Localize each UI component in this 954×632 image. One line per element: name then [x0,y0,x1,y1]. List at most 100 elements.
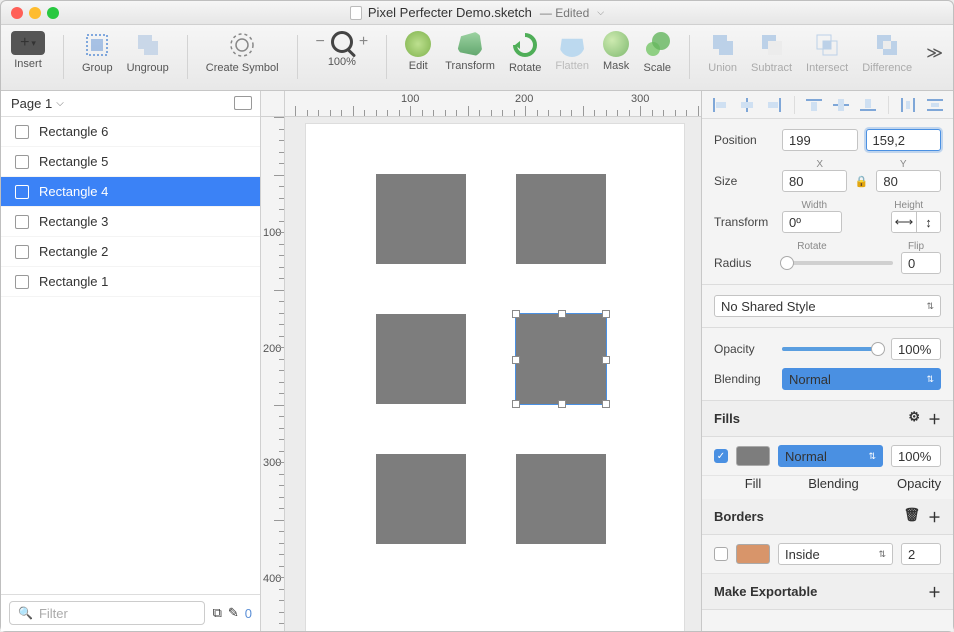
layer-item[interactable]: Rectangle 1 [1,267,260,297]
document-status: — Edited [540,6,589,20]
flip-h-icon[interactable]: ⟷ [892,212,916,232]
document-icon [350,6,362,20]
make-exportable-header[interactable]: Make Exportable ＋ [702,574,953,610]
mask-button[interactable]: Mask [603,31,629,72]
align-right-icon[interactable] [766,98,782,112]
gear-icon[interactable]: ⚙ [908,409,920,428]
filter-input[interactable]: 🔍 Filter [9,601,205,625]
toolbar-overflow-button[interactable]: ≫ [926,31,943,63]
resize-handle-w[interactable] [512,356,520,364]
inspector-panel: Position 199 159,2 XY Size 80 🔒 80 Width… [701,91,953,631]
lock-aspect-icon[interactable]: 🔒 [855,175,869,188]
layer-item[interactable]: Rectangle 4 [1,177,260,207]
fill-enabled-checkbox[interactable]: ✓ [714,449,728,463]
zoom-in-button[interactable]: + [359,33,368,51]
radius-label: Radius [714,256,774,270]
opacity-slider[interactable] [782,347,883,351]
group-button[interactable]: Group [82,31,113,74]
flatten-button[interactable]: Flatten [555,31,589,72]
distribute-v-icon[interactable] [927,98,943,112]
intersect-button[interactable]: Intersect [806,31,848,74]
align-left-icon[interactable] [712,98,728,112]
radius-input[interactable]: 0 [901,252,941,274]
border-swatch[interactable] [736,544,770,564]
resize-handle-s[interactable] [558,400,566,408]
resize-handle-ne[interactable] [602,310,610,318]
blending-select[interactable]: Normal⇅ [782,368,941,390]
scale-button[interactable]: Scale [643,31,671,74]
resize-handle-e[interactable] [602,356,610,364]
layer-item[interactable]: Rectangle 6 [1,117,260,147]
insert-button[interactable]: +▾ Insert [11,31,45,70]
subtract-button[interactable]: Subtract [751,31,792,74]
resize-handle-se[interactable] [602,400,610,408]
height-input[interactable]: 80 [876,170,941,192]
zoom-control[interactable]: − + 100% [316,31,369,68]
flip-toggle[interactable]: ⟷↕ [891,211,941,233]
distribute-h-icon[interactable] [900,98,916,112]
artboard[interactable] [305,123,685,631]
layer-list: Rectangle 6Rectangle 5Rectangle 4Rectang… [1,117,260,594]
edit-button[interactable]: Edit [405,31,431,72]
rectangle-shape[interactable] [376,454,466,544]
align-bottom-icon[interactable] [860,98,876,112]
rectangle-icon [15,185,29,199]
ungroup-button[interactable]: Ungroup [127,31,169,74]
rotate-input[interactable]: 0º [782,211,842,233]
layer-item[interactable]: Rectangle 3 [1,207,260,237]
layer-item[interactable]: Rectangle 5 [1,147,260,177]
resize-handle-n[interactable] [558,310,566,318]
rectangle-shape[interactable] [516,174,606,264]
radius-slider[interactable] [782,261,893,265]
x-input[interactable]: 199 [782,129,858,151]
window-close-button[interactable] [11,7,23,19]
opacity-input[interactable]: 100% [891,338,941,360]
window-maximize-button[interactable] [47,7,59,19]
border-position-select[interactable]: Inside⇅ [778,543,893,565]
align-vcenter-icon[interactable] [833,98,849,112]
union-button[interactable]: Union [708,31,737,74]
zoom-out-button[interactable]: − [316,33,325,51]
copy-icon[interactable]: ⧉ [213,605,222,621]
toolbar-divider [63,35,64,79]
canvas-viewport[interactable] [285,117,701,631]
pages-header[interactable]: Page 1 ⌵ [1,91,260,117]
rotate-icon [511,31,539,59]
layer-item[interactable]: Rectangle 2 [1,237,260,267]
width-input[interactable]: 80 [782,170,847,192]
resize-handle-nw[interactable] [512,310,520,318]
mask-icon [603,31,629,57]
border-enabled-checkbox[interactable] [714,547,728,561]
border-width-input[interactable]: 2 [901,543,941,565]
rotate-button[interactable]: Rotate [509,31,541,74]
create-symbol-button[interactable]: Create Symbol [206,31,279,74]
difference-icon [873,31,901,59]
add-fill-icon[interactable]: ＋ [928,409,941,428]
magnifier-icon [331,31,353,53]
fill-opacity-input[interactable]: 100% [891,445,941,467]
resize-handle-sw[interactable] [512,400,520,408]
align-hcenter-icon[interactable] [739,98,755,112]
fill-swatch[interactable] [736,446,770,466]
rectangle-shape[interactable] [516,454,606,544]
trash-icon[interactable]: 🗑 [903,507,920,526]
layer-name: Rectangle 5 [39,154,108,169]
difference-button[interactable]: Difference [862,31,912,74]
fills-header: Fills ⚙＋ [702,401,953,437]
shared-style-select[interactable]: No Shared Style⇅ [714,295,941,317]
window-minimize-button[interactable] [29,7,41,19]
rectangle-shape[interactable] [376,314,466,404]
flip-v-icon[interactable]: ↕ [916,212,940,232]
y-input[interactable]: 159,2 [866,129,942,151]
pages-list-icon[interactable] [234,98,250,110]
add-export-icon[interactable]: ＋ [928,582,941,601]
slice-icon[interactable]: ✎ [228,605,239,621]
add-border-icon[interactable]: ＋ [928,507,941,526]
transform-button[interactable]: Transform [445,31,495,72]
align-top-icon[interactable] [806,98,822,112]
rectangle-shape[interactable] [376,174,466,264]
pages-dropdown-icon[interactable]: ⌵ [56,98,64,109]
title-dropdown-icon[interactable]: ⌵ [597,7,604,18]
rectangle-icon [15,245,29,259]
fill-blend-select[interactable]: Normal⇅ [778,445,883,467]
